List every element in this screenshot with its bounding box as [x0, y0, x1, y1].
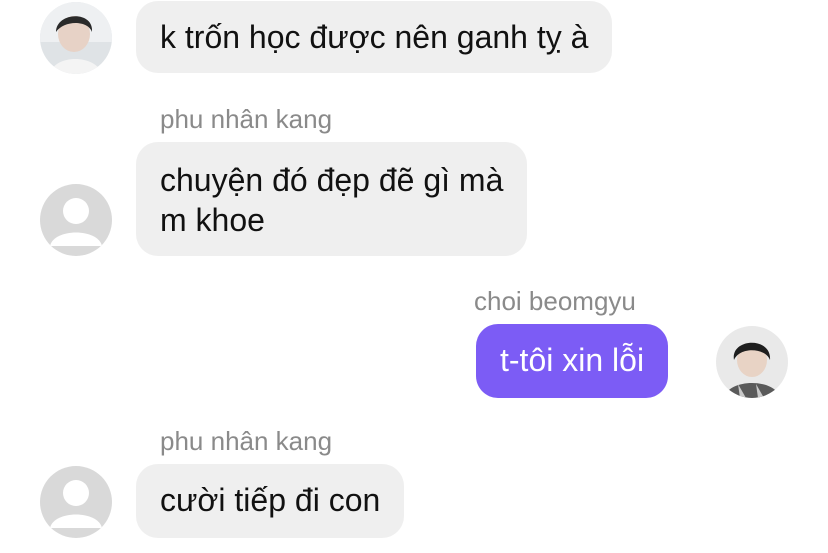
- message-text: cười tiếp đi con: [160, 482, 381, 518]
- avatar-photo[interactable]: [40, 2, 112, 74]
- message-text-line: chuyện đó đẹp đẽ gì mà: [160, 162, 504, 198]
- message-bubble[interactable]: cười tiếp đi con: [136, 464, 405, 538]
- message-bubble[interactable]: chuyện đó đẹp đẽ gì mà m khoe: [136, 142, 528, 256]
- message-bubble-outgoing[interactable]: t-tôi xin lỗi: [476, 324, 669, 398]
- sender-name: phu nhân kang: [160, 104, 333, 134]
- default-avatar-icon[interactable]: [40, 184, 112, 256]
- sender-name: phu nhân kang: [160, 426, 333, 456]
- message-text: t-tôi xin lỗi: [500, 342, 645, 378]
- message-text-line: m khoe: [160, 202, 265, 238]
- sender-name: choi beomgyu: [474, 286, 636, 316]
- default-avatar-icon[interactable]: [40, 466, 112, 538]
- message-bubble[interactable]: k trốn học được nên ganh tỵ à: [136, 1, 613, 73]
- avatar-photo[interactable]: [716, 326, 788, 398]
- message-text: k trốn học được nên ganh tỵ à: [160, 19, 589, 55]
